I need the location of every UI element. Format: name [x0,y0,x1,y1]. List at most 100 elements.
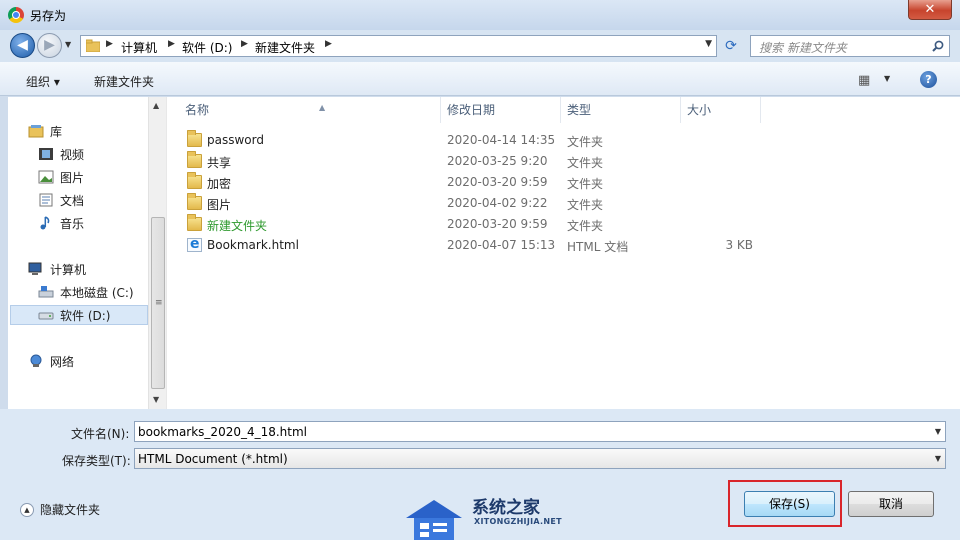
folder-icon [187,193,202,210]
nav-label: 库 [50,124,63,139]
column-header-label: 大小 [687,103,712,117]
file-date: 2020-03-25 9:20 [447,154,548,168]
nav-label: 网络 [50,354,75,369]
grip-icon: ≡ [155,298,163,308]
history-dropdown-icon[interactable]: ▼ [65,40,75,50]
file-date: 2020-04-02 9:22 [447,196,548,210]
filename-dropdown-icon[interactable]: ▼ [935,427,941,436]
chrome-app-icon [8,7,24,23]
file-type: 文件夹 [567,177,604,191]
breadcrumb-separator-icon[interactable]: ▶ [106,39,113,49]
column-header-type[interactable]: 类型 [561,97,681,123]
breadcrumb-separator-icon[interactable]: ▶ [241,39,248,49]
nav-item-library[interactable]: 库 [28,121,62,141]
help-icon[interactable]: ? [920,71,937,88]
navigation-pane: 库 视频 图片 文档 音乐 计算机 本地磁盘 (C:) 软件 (D:) 网络 [8,97,166,409]
scrollbar-thumb[interactable]: ≡ [151,217,165,389]
refresh-icon[interactable]: ⟳ [720,37,742,57]
nav-label: 软件 (D:) [60,308,111,323]
address-bar[interactable]: ▶ 计算机 ▶ 软件 (D:) ▶ 新建文件夹 ▶ ▼ [80,35,717,57]
nav-label: 文档 [60,193,85,208]
breadcrumb-separator-icon[interactable]: ▶ [168,39,175,49]
title-bar: 另存为 ✕ [0,0,960,30]
column-header-date[interactable]: 修改日期 [441,97,561,123]
search-placeholder: 搜索 新建文件夹 [759,41,847,55]
save-button[interactable]: 保存(S) [744,491,835,517]
filename-value: bookmarks_2020_4_18.html [138,425,308,439]
column-header-label: 修改日期 [447,103,496,117]
drive-icon [38,308,54,322]
nav-label: 音乐 [60,216,85,231]
folder-icon [86,39,100,52]
nav-item-pictures[interactable]: 图片 [38,167,84,187]
nav-item-documents[interactable]: 文档 [38,190,84,210]
file-row-bookmark-html[interactable]: Bookmark.html 2020-04-07 15:13 HTML 文档 3… [181,235,781,256]
file-type: 文件夹 [567,135,604,149]
breadcrumb-computer[interactable]: 计算机 [121,39,157,56]
hide-folders-label: 隐藏文件夹 [40,503,101,517]
breadcrumb-separator-icon[interactable]: ▶ [325,39,332,49]
close-button[interactable]: ✕ [908,0,952,20]
back-button[interactable]: ◀ [10,33,35,58]
search-icon[interactable] [932,40,944,52]
forward-button[interactable]: ▶ [37,33,62,58]
file-name: 图片 [207,198,232,212]
file-name: 加密 [207,177,232,191]
file-date: 2020-04-14 14:35 [447,133,556,147]
cancel-button[interactable]: 取消 [848,491,934,517]
filetype-label: 保存类型(T): [62,454,131,468]
view-dropdown-icon[interactable]: ▼ [884,74,890,83]
file-list: 名称 ▲ 修改日期 类型 大小 password 2020-04-14 14:3… [166,97,960,409]
nav-item-computer[interactable]: 计算机 [28,259,86,279]
view-options-icon[interactable]: ▦ [858,73,870,88]
nav-item-video[interactable]: 视频 [38,144,84,164]
column-header-label: 名称 [185,103,210,117]
nav-item-drive-d[interactable]: 软件 (D:) [10,305,148,325]
file-type: 文件夹 [567,198,604,212]
filetype-select[interactable]: HTML Document (*.html) ▼ [134,448,946,469]
watermark-house-icon [406,500,462,540]
toolbar: 组织 ▾ 新建文件夹 ▦ ▼ ? [0,62,960,96]
column-header-name[interactable]: 名称 ▲ [179,97,441,123]
file-row-encrypted[interactable]: 加密 2020-03-20 9:59 文件夹 [181,172,781,193]
file-row-password[interactable]: password 2020-04-14 14:35 文件夹 [181,130,781,151]
network-icon [28,354,44,368]
new-folder-button[interactable]: 新建文件夹 [94,73,154,90]
navigation-scrollbar[interactable]: ▲ ≡ ▼ [148,97,166,409]
nav-label: 本地磁盘 (C:) [60,285,134,300]
search-input[interactable]: 搜索 新建文件夹 [750,35,950,57]
folder-icon [187,151,202,168]
file-date: 2020-03-20 9:59 [447,175,548,189]
document-icon [38,193,54,207]
folder-icon [187,172,202,189]
scroll-down-icon[interactable]: ▼ [153,395,159,404]
folder-icon [187,214,202,231]
breadcrumb-drive-d[interactable]: 软件 (D:) [182,39,232,56]
file-row-shared[interactable]: 共享 2020-03-25 9:20 文件夹 [181,151,781,172]
file-name: password [207,133,264,147]
file-date: 2020-03-20 9:59 [447,217,548,231]
file-row-new-folder[interactable]: 新建文件夹 2020-03-20 9:59 文件夹 [181,214,781,235]
filetype-dropdown-icon[interactable]: ▼ [935,454,941,463]
filename-input[interactable]: bookmarks_2020_4_18.html ▼ [134,421,946,442]
computer-icon [28,262,44,276]
organize-button[interactable]: 组织 ▾ [26,73,60,90]
window-title: 另存为 [30,9,67,23]
nav-item-music[interactable]: 音乐 [38,213,84,233]
drive-icon [38,285,54,299]
file-row-pictures[interactable]: 图片 2020-04-02 9:22 文件夹 [181,193,781,214]
breadcrumb-new-folder[interactable]: 新建文件夹 [255,39,315,56]
picture-icon [38,170,54,184]
file-type: 文件夹 [567,219,604,233]
file-type: 文件夹 [567,156,604,170]
file-name: Bookmark.html [207,238,299,252]
nav-item-network[interactable]: 网络 [28,351,74,371]
address-dropdown-icon[interactable]: ▼ [705,39,712,49]
column-header-size[interactable]: 大小 [681,97,761,123]
watermark-title: 系统之家 [472,498,540,518]
hide-folders-toggle[interactable]: ▲ 隐藏文件夹 [20,501,100,518]
nav-item-drive-c[interactable]: 本地磁盘 (C:) [38,282,134,302]
scroll-up-icon[interactable]: ▲ [153,101,159,110]
file-name: 新建文件夹 [207,219,268,233]
filetype-value: HTML Document (*.html) [138,452,288,466]
